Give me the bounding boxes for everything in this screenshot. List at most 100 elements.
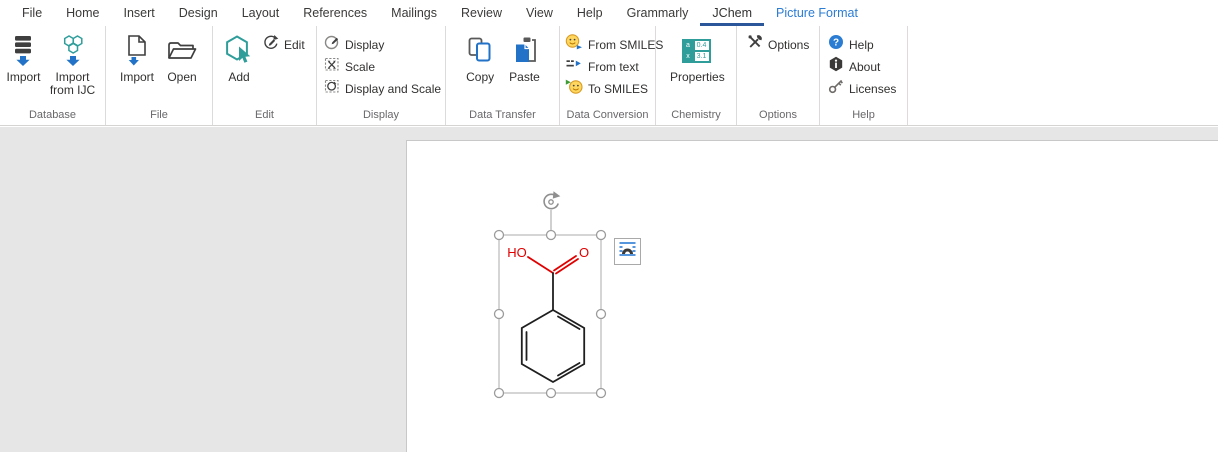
add-hexagon-cursor-icon [223,31,255,71]
resize-handle-bottom-left[interactable] [495,389,504,398]
display-pencil-circle-icon [324,34,340,55]
tab-help[interactable]: Help [565,0,615,26]
group-label-data-conversion: Data Conversion [560,108,655,125]
button-label: Paste [509,71,540,84]
scale-arrows-icon [324,56,340,77]
from-smiles-button[interactable]: From SMILES [565,36,663,53]
display-and-scale-button[interactable]: Display and Scale [324,80,441,97]
document-canvas-area: HO O [0,127,1218,452]
button-label: Import from IJC [47,71,99,97]
to-smiles-smiley-icon [565,78,583,99]
properties-cell: a [683,40,694,51]
resize-handle-top-center[interactable] [547,231,556,240]
resize-handle-top-right[interactable] [597,231,606,240]
button-label: Add [228,71,249,84]
button-label: Options [768,38,809,52]
button-label: Properties [670,71,722,84]
paste-button[interactable]: Paste [507,29,542,84]
copy-icon [465,31,495,71]
properties-cell: 0.4 [694,40,710,51]
resize-handle-top-left[interactable] [495,231,504,240]
button-label: Help [849,38,874,52]
about-button[interactable]: About [828,58,896,75]
group-label-help: Help [820,108,907,125]
edit-pencil-rotate-icon [263,34,279,55]
group-label-data-transfer: Data Transfer [446,108,559,125]
tab-picture-format[interactable]: Picture Format [764,0,870,26]
ribbon-group-edit: Add Edit Edit [213,26,317,125]
tab-review[interactable]: Review [449,0,514,26]
add-structure-button[interactable]: Add [221,29,257,84]
resize-handle-mid-left[interactable] [495,310,504,319]
rotate-handle-icon[interactable] [544,191,560,208]
tab-view[interactable]: View [514,0,565,26]
button-label: Scale [345,60,375,74]
tab-layout[interactable]: Layout [230,0,292,26]
ijc-hexagons-import-icon [59,31,87,71]
resize-handle-bottom-right[interactable] [597,389,606,398]
tab-references[interactable]: References [291,0,379,26]
to-smiles-button[interactable]: To SMILES [565,80,663,97]
group-label-file: File [106,108,212,125]
properties-grid-icon: a 0.4 x 3.1 [682,31,711,71]
database-import-icon [10,31,36,71]
from-text-lines-icon [565,56,583,77]
help-question-icon: ? [828,34,844,55]
display-button[interactable]: Display [324,36,441,53]
resize-handle-mid-right[interactable] [597,310,606,319]
import-file-button[interactable]: Import [118,29,156,84]
scale-button[interactable]: Scale [324,58,441,75]
properties-cell: 3.1 [694,51,710,62]
group-label-display: Display [317,108,445,125]
ribbon-group-display: Display Scale [317,26,446,125]
properties-cell: x [683,51,694,62]
button-label: Copy [466,71,494,84]
group-label-options: Options [737,108,819,125]
from-smiles-smiley-icon [565,34,583,55]
options-button[interactable]: Options [747,36,809,53]
ribbon-group-options: Options Options [737,26,820,125]
layout-options-button[interactable] [614,238,641,265]
ribbon-tab-bar: File Home Insert Design Layout Reference… [0,0,1218,26]
import-database-button[interactable]: Import [4,29,42,84]
tab-file[interactable]: File [10,0,54,26]
resize-handle-bottom-center[interactable] [547,389,556,398]
copy-button[interactable]: Copy [463,29,497,84]
tab-insert[interactable]: Insert [112,0,167,26]
button-label: Display and Scale [345,82,441,96]
benzoic-acid-structure: HO O [507,245,589,382]
ribbon-group-data-conversion: From SMILES From text [560,26,656,125]
hydroxyl-atom-label: HO [507,245,527,260]
ribbon-group-database: Import Import from IJC Database [0,26,106,125]
licenses-key-icon [828,78,844,99]
button-label: Display [345,38,384,52]
tab-home[interactable]: Home [54,0,111,26]
options-tools-icon [747,34,763,55]
tab-grammarly[interactable]: Grammarly [615,0,701,26]
properties-button[interactable]: a 0.4 x 3.1 Properties [668,29,724,84]
ribbon-group-file: Import Open File [106,26,213,125]
ribbon: Import Import from IJC Database [0,26,1218,126]
selected-molecule-object[interactable]: HO O [476,186,676,416]
licenses-button[interactable]: Licenses [828,80,896,97]
ribbon-group-chemistry: a 0.4 x 3.1 Properties Chemistry [656,26,737,125]
import-from-ijc-button[interactable]: Import from IJC [45,29,101,97]
group-label-database: Database [0,108,105,125]
button-label: Edit [284,38,305,52]
button-label: From text [588,60,639,74]
help-button[interactable]: ? Help [828,36,896,53]
button-label: Licenses [849,82,896,96]
ribbon-group-help: ? Help About [820,26,908,125]
oxygen-atom-label: O [579,245,589,260]
open-folder-icon [166,31,198,71]
paste-icon [510,31,540,71]
tab-jchem[interactable]: JChem [700,0,764,26]
button-label: Import [120,71,154,84]
open-button[interactable]: Open [164,29,200,84]
tab-mailings[interactable]: Mailings [379,0,449,26]
tab-design[interactable]: Design [167,0,230,26]
from-text-button[interactable]: From text [565,58,663,75]
button-label: Import [6,71,40,84]
edit-structure-button[interactable]: Edit [263,36,305,53]
group-label-chemistry: Chemistry [656,108,736,125]
